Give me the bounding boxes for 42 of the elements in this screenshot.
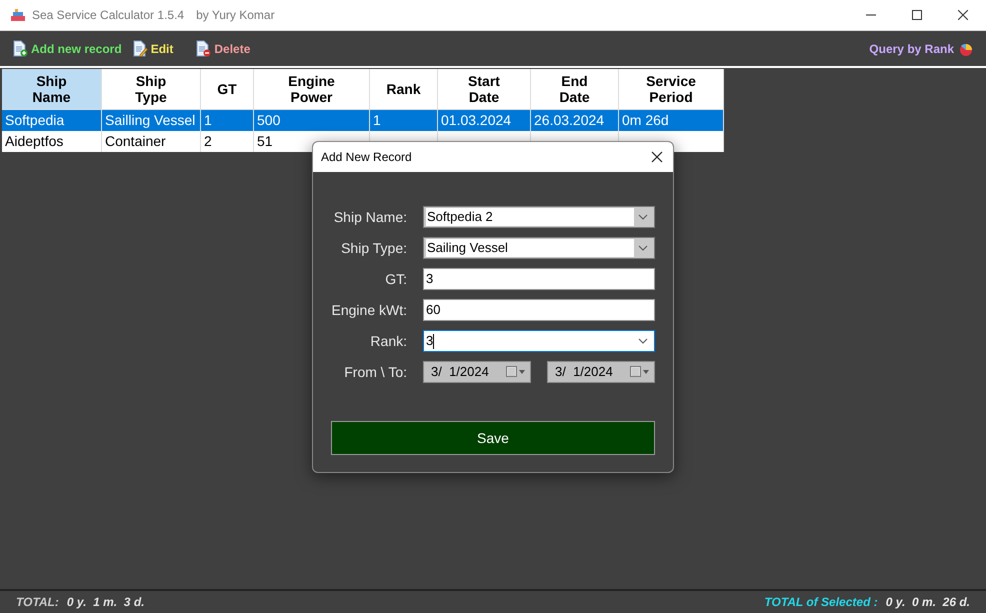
selected-total-value: 0 y. 0 m. 26 d. [886,594,970,611]
close-icon [958,10,968,20]
toolbar-button[interactable]: Add new record [12,40,122,58]
field-label: Ship Type: [340,238,407,258]
table-cell: 2 [201,131,254,152]
total-label: TOTAL: [16,594,59,611]
close-icon[interactable] [651,151,663,163]
dropdown-field[interactable]: Softpedia 2 [423,206,655,228]
total-value: 0 y. 1 m. 3 d. [66,594,144,611]
pencil-document-icon [132,40,148,57]
dropdown-field[interactable]: 3 [423,330,655,352]
date-picker[interactable]: 3/ 1/2024 [547,361,655,383]
maximize-icon [912,10,922,20]
field-label: Ship Name: [332,208,407,227]
dialog-title: Add New Record [321,149,412,166]
add-document-icon [12,40,28,57]
selected-total-label: TOTAL of Selected : [764,594,878,611]
column-header[interactable]: Ship Name [2,69,102,109]
chevron-icon [638,338,648,344]
input-field[interactable]: 3 [423,268,655,290]
delete-document-icon [195,40,212,57]
window-title: Sea Service Calculator 1.5.4 [32,7,184,24]
dropdown-field[interactable]: Sailing Vessel [423,237,655,259]
author-label: by Yury Komar [196,7,275,24]
field-label: GT: [384,270,407,288]
toolbar-button[interactable]: Edit [132,40,174,58]
chevron-icon [638,214,648,220]
field-label: Engine kWt: [330,300,407,320]
calendar-icon [506,366,526,378]
query-button[interactable]: Query by Rank [869,40,974,58]
table-cell: Container [102,131,201,152]
field-label: From \ To: [343,362,407,382]
table-cell: Aideptfos [2,131,102,152]
chevron-icon [638,245,648,251]
calendar-icon [630,366,650,378]
date-picker[interactable]: 3/ 1/2024 [423,361,531,383]
input-field[interactable]: 60 [423,299,655,321]
save-button[interactable]: Save [331,421,655,455]
table-row[interactable]: Softpedia Sailling Vessel 1 500 1 01.03.2024 26.03.2024 0m 26d [2,110,724,131]
ship-icon [10,7,26,23]
toolbar-button[interactable]: Delete [195,40,250,58]
field-label: Rank: [369,332,407,350]
